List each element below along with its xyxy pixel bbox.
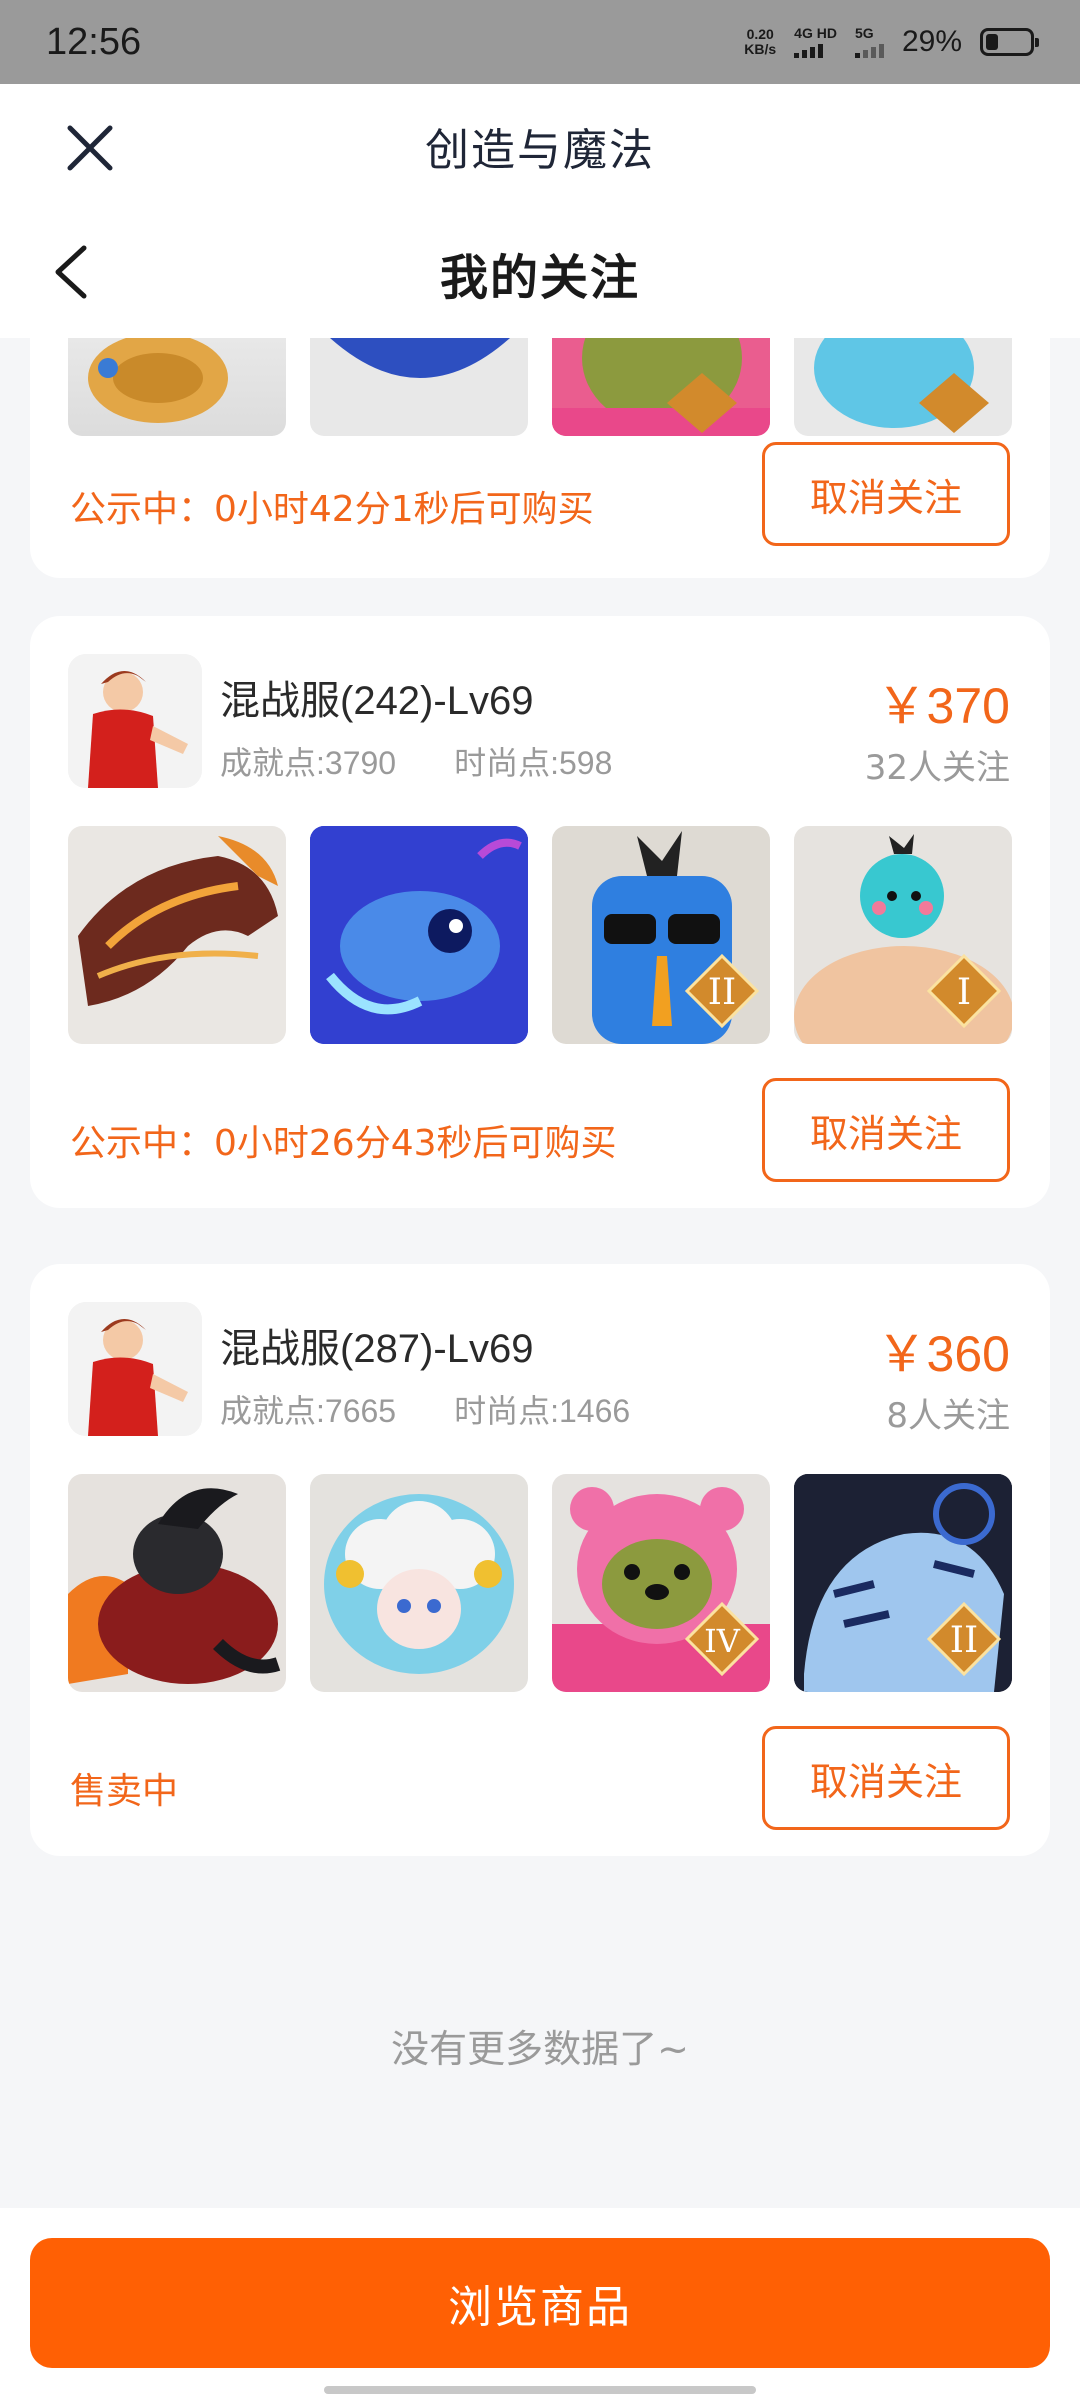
fish-pet-thumbnail[interactable] [310, 826, 528, 1044]
listing-card[interactable]: 公示中：0小时42分1秒后可购买 取消关注 [30, 338, 1050, 578]
app-header: 创造与魔法 [0, 84, 1080, 208]
signal-4g-icon: 4G HD [794, 26, 837, 58]
server-name: 混战服(287)-Lv69 [220, 1327, 534, 1371]
signal-5g-icon: 5G [854, 26, 884, 58]
achievement-points: 成就点:7665 [220, 1393, 397, 1429]
achievement-points: 成就点:3790 [220, 745, 397, 781]
tiger-mount-thumbnail[interactable]: II [794, 1474, 1012, 1692]
back-arrow-icon[interactable] [44, 242, 104, 302]
listing-status: 公示中：0小时26分43秒后可购买 [70, 1123, 617, 1164]
item-thumbnails: II I [68, 826, 1012, 1044]
follow-list[interactable]: 公示中：0小时42分1秒后可购买 取消关注 混战服(242)-Lv69 成就点:… [0, 338, 1080, 2208]
status-time: 12:56 [46, 20, 142, 63]
svg-text:II: II [708, 972, 736, 1013]
item-thumbnails [68, 338, 1012, 436]
close-icon[interactable] [60, 118, 120, 178]
status-bar: 12:56 0.20 KB/s 4G HD 5G 29% [0, 0, 1080, 84]
dragon-mount-thumbnail[interactable] [68, 826, 286, 1044]
page-title: 我的关注 [439, 250, 640, 306]
follower-count: 8人关注 [886, 1396, 1010, 1436]
battery-percent: 29% [901, 25, 962, 58]
unfollow-button[interactable]: 取消关注 [762, 442, 1010, 546]
price: ￥370 [876, 678, 1010, 734]
item-thumbnail[interactable] [794, 338, 1012, 436]
status-icons: 0.20 KB/s 4G HD 5G 29% [744, 25, 1039, 59]
stats: 成就点:3790 时尚点:598 [220, 738, 612, 784]
app-title: 创造与魔法 [425, 125, 655, 176]
avatar [68, 654, 202, 788]
home-indicator[interactable] [324, 2386, 756, 2394]
bottom-bar: 浏览商品 [0, 2208, 1080, 2400]
svg-text:IV: IV [704, 1622, 741, 1660]
item-thumbnail[interactable] [310, 338, 528, 436]
follower-count: 32人关注 [864, 748, 1010, 788]
battery-icon [980, 28, 1039, 56]
chick-muscle-thumbnail[interactable]: I [794, 826, 1012, 1044]
price: ￥360 [876, 1326, 1010, 1382]
bear-pet-thumbnail[interactable]: IV [552, 1474, 770, 1692]
server-name: 混战服(242)-Lv69 [220, 679, 534, 723]
listing-status: 售卖中 [70, 1771, 179, 1812]
item-thumbnail[interactable] [68, 338, 286, 436]
item-thumbnails: IV II [68, 1474, 1012, 1692]
unfollow-button[interactable]: 取消关注 [762, 1078, 1010, 1182]
listing-card[interactable]: 混战服(287)-Lv69 成就点:7665 时尚点:1466 ￥360 8人关… [30, 1264, 1050, 1856]
beast-mount-thumbnail[interactable] [68, 1474, 286, 1692]
svg-text:I: I [957, 972, 971, 1013]
listing-status: 公示中：0小时42分1秒后可购买 [70, 489, 594, 530]
no-more-data-text: 没有更多数据了~ [391, 2027, 689, 2071]
unfollow-button[interactable]: 取消关注 [762, 1726, 1010, 1830]
avatar [68, 1302, 202, 1436]
bird-sunglasses-thumbnail[interactable]: II [552, 826, 770, 1044]
stats: 成就点:7665 时尚点:1466 [220, 1386, 630, 1432]
fashion-points: 时尚点:598 [454, 745, 613, 781]
listing-card[interactable]: 混战服(242)-Lv69 成就点:3790 时尚点:598 ￥370 32人关… [30, 616, 1050, 1208]
browse-products-button[interactable]: 浏览商品 [30, 2238, 1050, 2368]
cloud-girl-thumbnail[interactable] [310, 1474, 528, 1692]
svg-text:II: II [950, 1620, 978, 1661]
item-thumbnail[interactable] [552, 338, 770, 436]
fashion-points: 时尚点:1466 [454, 1393, 631, 1429]
network-speed: 0.20 KB/s [744, 26, 777, 57]
page-header: 我的关注 [0, 208, 1080, 338]
